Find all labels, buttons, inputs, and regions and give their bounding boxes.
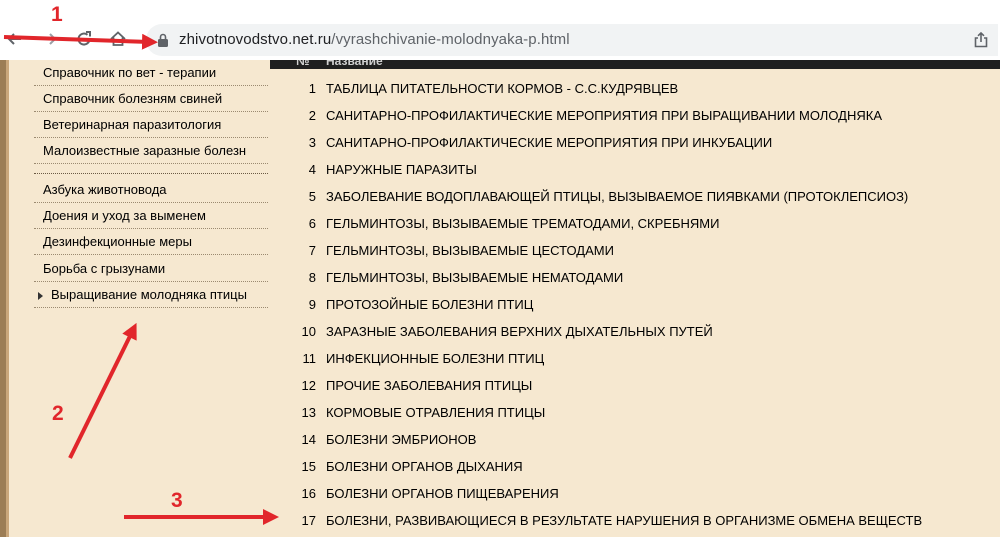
row-link[interactable]: ТАБЛИЦА ПИТАТЕЛЬНОСТИ КОРМОВ - С.С.КУДРЯ… xyxy=(326,75,678,102)
browser-toolbar: zhivotnovodstvo.net.ru/vyrashchivanie-mo… xyxy=(0,0,1000,60)
table-row: 4 НАРУЖНЫЕ ПАРАЗИТЫ xyxy=(270,156,1000,183)
sidebar-menu: Справочник по вет - терапии Справочник б… xyxy=(34,60,268,537)
row-number: 14 xyxy=(301,432,316,447)
sidebar-item-milking-udder[interactable]: Доения и уход за выменем xyxy=(34,203,268,229)
home-icon xyxy=(110,31,126,46)
row-number: 3 xyxy=(308,135,316,150)
row-link[interactable]: ГЕЛЬМИНТОЗЫ, ВЫЗЫВАЕМЫЕ ЦЕСТОДАМИ xyxy=(326,237,614,264)
annotation-label-3: 3 xyxy=(171,489,183,512)
url-text[interactable]: zhivotnovodstvo.net.ru/vyrashchivanie-mo… xyxy=(179,31,570,48)
sidebar-item-label: Справочник по вет - терапии xyxy=(43,65,217,80)
table-row: 13 КОРМОВЫЕ ОТРАВЛЕНИЯ ПТИЦЫ xyxy=(270,399,1000,426)
table-row: 1 ТАБЛИЦА ПИТАТЕЛЬНОСТИ КОРМОВ - С.С.КУДР… xyxy=(270,75,1000,102)
table-row: 11 ИНФЕКЦИОННЫЕ БОЛЕЗНИ ПТИЦ xyxy=(270,345,1000,372)
row-number: 17 xyxy=(301,513,316,528)
url-host: zhivotnovodstvo.net.ru xyxy=(179,31,332,48)
annotation-label-1: 1 xyxy=(51,3,63,26)
table-row: 6 ГЕЛЬМИНТОЗЫ, ВЫЗЫВАЕМЫЕ ТРЕМАТОДАМИ, СК… xyxy=(270,210,1000,237)
reload-icon xyxy=(77,31,91,46)
row-number: 1 xyxy=(308,81,316,96)
table-row: 9 ПРОТОЗОЙНЫЕ БОЛЕЗНИ ПТИЦ xyxy=(270,291,1000,318)
sidebar-item-poultry-rearing[interactable]: Выращивание молодняка птицы xyxy=(34,282,268,308)
row-number: 13 xyxy=(301,405,316,420)
header-num: № xyxy=(296,60,310,68)
sidebar-item-label: Ветеринарная паразитология xyxy=(43,117,222,132)
back-button[interactable] xyxy=(0,22,30,56)
triangle-bullet-icon xyxy=(38,292,43,300)
sidebar-item-rare-diseases[interactable]: Малоизвестные заразные болезн xyxy=(34,138,268,164)
home-button[interactable] xyxy=(103,22,133,56)
row-number: 8 xyxy=(308,270,316,285)
row-link[interactable]: БОЛЕЗНИ, РАЗВИВАЮЩИЕСЯ В РЕЗУЛЬТАТЕ НАРУ… xyxy=(326,507,922,534)
row-link[interactable]: ГЕЛЬМИНТОЗЫ, ВЫЗЫВАЕМЫЕ НЕМАТОДАМИ xyxy=(326,264,623,291)
sidebar-item-label: Доения и уход за выменем xyxy=(43,208,206,223)
sidebar-item-vet-parasitology[interactable]: Ветеринарная паразитология xyxy=(34,112,268,138)
sidebar-item-label: Выращивание молодняка птицы xyxy=(51,287,247,302)
row-number: 11 xyxy=(302,351,317,366)
sidebar-item-livestock-abc[interactable]: Азбука животновода xyxy=(34,177,268,203)
page-content: Справочник по вет - терапии Справочник б… xyxy=(0,60,1000,537)
forward-button[interactable] xyxy=(34,22,64,56)
row-link[interactable]: САНИТАРНО-ПРОФИЛАКТИЧЕСКИЕ МЕРОПРИЯТИЯ П… xyxy=(326,129,772,156)
sidebar-item-rodent-control[interactable]: Борьба с грызунами xyxy=(34,256,268,282)
url-path: /vyrashchivanie-molodnyaka-p.html xyxy=(331,31,570,48)
row-link[interactable]: САНИТАРНО-ПРОФИЛАКТИЧЕСКИЕ МЕРОПРИЯТИЯ П… xyxy=(326,102,882,129)
row-link[interactable]: КОРМОВЫЕ ОТРАВЛЕНИЯ ПТИЦЫ xyxy=(326,399,545,426)
sidebar-item-label: Справочник болезням свиней xyxy=(43,91,223,106)
header-name: Название xyxy=(326,60,383,68)
row-number: 4 xyxy=(308,162,316,177)
table-row: 3 САНИТАРНО-ПРОФИЛАКТИЧЕСКИЕ МЕРОПРИЯТИЯ … xyxy=(270,129,1000,156)
table-row: 16 БОЛЕЗНИ ОРГАНОВ ПИЩЕВАРЕНИЯ xyxy=(270,480,1000,507)
share-icon[interactable] xyxy=(972,31,990,49)
reload-button[interactable] xyxy=(69,22,99,56)
row-number: 5 xyxy=(308,189,316,204)
row-link[interactable]: ГЕЛЬМИНТОЗЫ, ВЫЗЫВАЕМЫЕ ТРЕМАТОДАМИ, СКР… xyxy=(326,210,719,237)
back-icon xyxy=(7,33,21,45)
forward-icon xyxy=(43,33,57,45)
table-row: 2 САНИТАРНО-ПРОФИЛАКТИЧЕСКИЕ МЕРОПРИЯТИЯ … xyxy=(270,102,1000,129)
row-link[interactable]: НАРУЖНЫЕ ПАРАЗИТЫ xyxy=(326,156,477,183)
row-link[interactable]: ПРОЧИЕ ЗАБОЛЕВАНИЯ ПТИЦЫ xyxy=(326,372,532,399)
sidebar-item-label: Дезинфекционные меры xyxy=(43,234,192,249)
table-header: № Название xyxy=(270,60,1000,69)
row-number: 10 xyxy=(301,324,316,339)
table-row: 8 ГЕЛЬМИНТОЗЫ, ВЫЗЫВАЕМЫЕ НЕМАТОДАМИ xyxy=(270,264,1000,291)
table-row: 5 ЗАБОЛЕВАНИЕ ВОДОПЛАВАЮЩЕЙ ПТИЦЫ, ВЫЗЫВА… xyxy=(270,183,1000,210)
table-row: 12 ПРОЧИЕ ЗАБОЛЕВАНИЯ ПТИЦЫ xyxy=(270,372,1000,399)
sidebar-item-vet-therapy[interactable]: Справочник по вет - терапии xyxy=(34,60,268,86)
row-number: 6 xyxy=(308,216,316,231)
sidebar-divider xyxy=(34,173,268,174)
table-row: 17 БОЛЕЗНИ, РАЗВИВАЮЩИЕСЯ В РЕЗУЛЬТАТЕ НА… xyxy=(270,507,1000,534)
row-number: 9 xyxy=(308,297,316,312)
row-number: 16 xyxy=(301,486,316,501)
row-number: 15 xyxy=(301,459,316,474)
sidebar-item-pig-diseases[interactable]: Справочник болезням свиней xyxy=(34,86,268,112)
row-link[interactable]: БОЛЕЗНИ ОРГАНОВ ДЫХАНИЯ xyxy=(326,453,523,480)
sidebar-item-disinfection[interactable]: Дезинфекционные меры xyxy=(34,229,268,255)
table-row: 10 ЗАРАЗНЫЕ ЗАБОЛЕВАНИЯ ВЕРХНИХ ДЫХАТЕЛЬН… xyxy=(270,318,1000,345)
row-link[interactable]: ИНФЕКЦИОННЫЕ БОЛЕЗНИ ПТИЦ xyxy=(326,345,544,372)
row-link[interactable]: ЗАБОЛЕВАНИЕ ВОДОПЛАВАЮЩЕЙ ПТИЦЫ, ВЫЗЫВАЕ… xyxy=(326,183,908,210)
row-number: 7 xyxy=(308,243,316,258)
lock-icon[interactable] xyxy=(156,32,170,48)
table-row: 14 БОЛЕЗНИ ЭМБРИОНОВ xyxy=(270,426,1000,453)
row-link[interactable]: БОЛЕЗНИ ЭМБРИОНОВ xyxy=(326,426,476,453)
row-number: 12 xyxy=(301,378,316,393)
sidebar-item-label: Малоизвестные заразные болезн xyxy=(43,143,247,158)
table-row: 7 ГЕЛЬМИНТОЗЫ, ВЫЗЫВАЕМЫЕ ЦЕСТОДАМИ xyxy=(270,237,1000,264)
page-left-border-inner xyxy=(6,60,9,537)
row-link[interactable]: ПРОТОЗОЙНЫЕ БОЛЕЗНИ ПТИЦ xyxy=(326,291,533,318)
row-link[interactable]: ЗАРАЗНЫЕ ЗАБОЛЕВАНИЯ ВЕРХНИХ ДЫХАТЕЛЬНЫХ… xyxy=(326,318,713,345)
row-number: 2 xyxy=(308,108,316,123)
annotation-label-2: 2 xyxy=(52,402,64,425)
address-bar[interactable]: zhivotnovodstvo.net.ru/vyrashchivanie-mo… xyxy=(146,24,998,56)
sidebar-item-label: Азбука животновода xyxy=(43,182,167,197)
sidebar-item-label: Борьба с грызунами xyxy=(43,261,166,276)
table-row: 15 БОЛЕЗНИ ОРГАНОВ ДЫХАНИЯ xyxy=(270,453,1000,480)
row-link[interactable]: БОЛЕЗНИ ОРГАНОВ ПИЩЕВАРЕНИЯ xyxy=(326,480,559,507)
